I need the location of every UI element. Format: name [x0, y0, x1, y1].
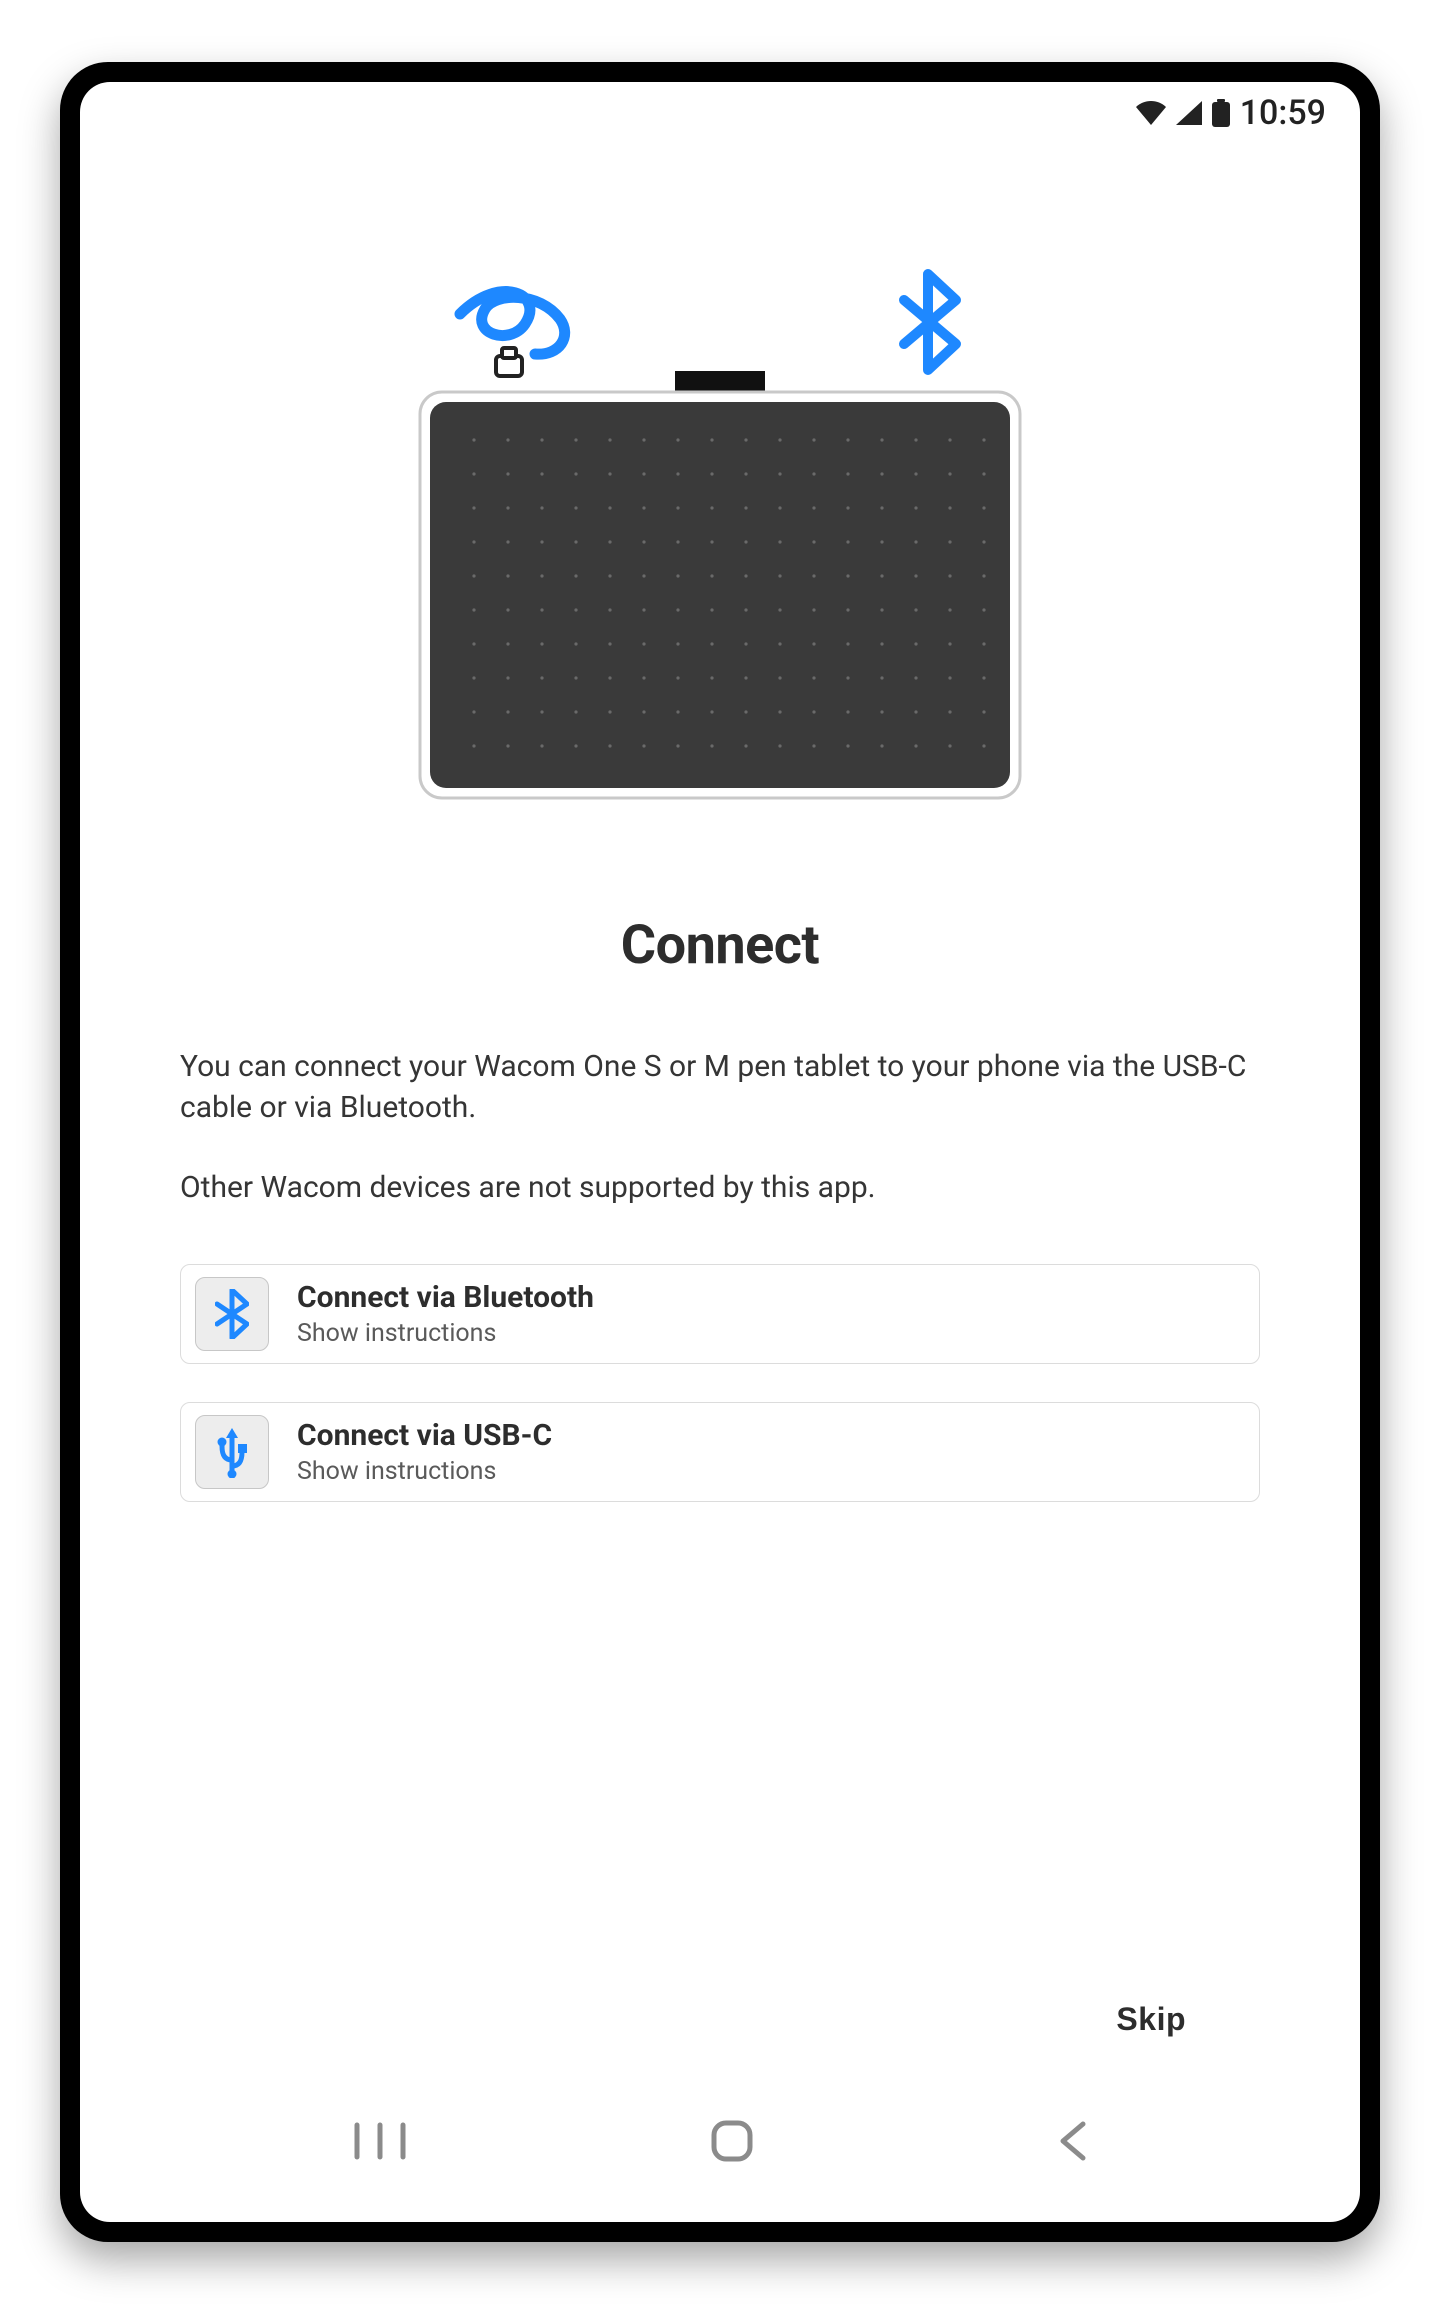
intro-paragraph-1: You can connect your Wacom One S or M pe… [180, 1047, 1260, 1128]
connect-bluetooth-sub: Show instructions [297, 1319, 594, 1348]
device-frame: 10:59 [60, 62, 1380, 2242]
intro-paragraph-2: Other Wacom devices are not supported by… [180, 1168, 1260, 1209]
wifi-icon [1136, 101, 1166, 125]
nav-home-button[interactable] [710, 2119, 754, 2166]
connect-usb-button[interactable]: Connect via USB-C Show instructions [180, 1402, 1260, 1502]
cable-icon [460, 292, 565, 376]
nav-recents-button[interactable] [351, 2121, 409, 2164]
battery-icon [1212, 99, 1230, 127]
status-time: 10:59 [1240, 93, 1326, 133]
hero-illustration [180, 264, 1260, 804]
bluetooth-icon [195, 1277, 269, 1351]
cell-signal-icon [1176, 101, 1202, 125]
usb-icon [195, 1415, 269, 1489]
page-title: Connect [180, 914, 1260, 977]
system-nav-bar [80, 2082, 1360, 2222]
connect-usb-sub: Show instructions [297, 1457, 552, 1486]
connect-usb-title: Connect via USB-C [297, 1418, 552, 1453]
nav-back-button[interactable] [1055, 2120, 1089, 2165]
connect-bluetooth-title: Connect via Bluetooth [297, 1280, 594, 1315]
connect-bluetooth-button[interactable]: Connect via Bluetooth Show instructions [180, 1264, 1260, 1364]
skip-button[interactable]: Skip [1072, 1977, 1230, 2062]
status-bar: 10:59 [80, 82, 1360, 144]
bluetooth-top-icon [904, 274, 956, 370]
screen: 10:59 [80, 82, 1360, 2222]
